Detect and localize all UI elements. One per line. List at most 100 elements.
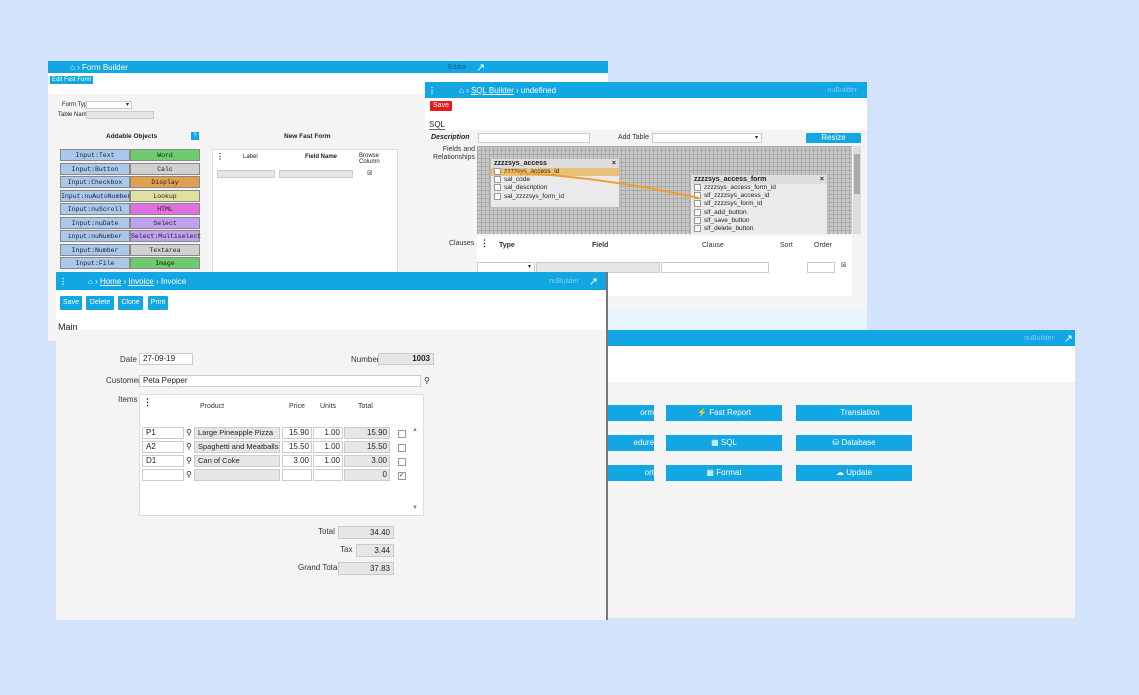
- search-icon[interactable]: ⚲: [186, 428, 192, 437]
- table-field-row[interactable]: zzzzsys_access_id: [491, 168, 619, 177]
- item-code-input[interactable]: P1: [142, 427, 184, 439]
- addable-object[interactable]: Textarea: [130, 243, 200, 256]
- table-field-row[interactable]: slf_add_button: [691, 209, 827, 217]
- item-units-input[interactable]: 1.00: [313, 427, 343, 439]
- delete-row-checkbox[interactable]: [398, 430, 406, 438]
- table-name-input[interactable]: [86, 111, 154, 119]
- addable-object[interactable]: Word: [130, 149, 200, 161]
- delete-row-checkbox[interactable]: [398, 458, 406, 466]
- close-icon[interactable]: ×: [820, 176, 824, 183]
- search-icon[interactable]: ⚲: [424, 376, 430, 385]
- external-link-icon[interactable]: ↗: [589, 275, 598, 288]
- drag-handle-icon[interactable]: ⋮: [216, 152, 224, 161]
- external-link-icon[interactable]: ↗: [476, 61, 485, 74]
- home-link[interactable]: Home: [100, 277, 121, 286]
- items-scroll-down-icon[interactable]: ▼: [412, 505, 418, 511]
- table-field-row[interactable]: sal_zzzzsys_form_id: [491, 193, 619, 201]
- delete-row-checkbox[interactable]: ✓: [398, 472, 406, 480]
- edit-fast-form-tab[interactable]: Edit Fast Form: [50, 76, 94, 84]
- addable-object[interactable]: Input:Checkbox: [60, 176, 130, 188]
- addable-object[interactable]: HTML: [130, 203, 200, 215]
- addable-object[interactable]: Input:Number: [60, 243, 130, 256]
- table-zzzzsys-access[interactable]: zzzzsys_access × zzzzsys_access_id sal_cod…: [490, 158, 620, 208]
- translation-button[interactable]: 🌐 Translation: [796, 405, 912, 421]
- addable-object[interactable]: input:nuNumber: [60, 230, 130, 242]
- table-field-row[interactable]: slf_save_button: [691, 217, 827, 225]
- addable-object[interactable]: Lookup: [130, 189, 200, 202]
- item-units-input[interactable]: 1.00: [313, 455, 343, 467]
- form-type-select[interactable]: ▾: [86, 101, 132, 109]
- clone-button[interactable]: Clone: [118, 296, 143, 310]
- table-field-row[interactable]: sal_code: [491, 176, 619, 184]
- table-field-row[interactable]: slf_zzzzsys_access_id: [691, 192, 827, 200]
- addable-object[interactable]: Input:Button: [60, 162, 130, 175]
- description-input[interactable]: [478, 133, 590, 143]
- search-icon[interactable]: ⚲: [186, 470, 192, 479]
- addable-object[interactable]: Input:File: [60, 257, 130, 269]
- table-field-row[interactable]: sal_description: [491, 184, 619, 192]
- clause-input[interactable]: [661, 262, 769, 273]
- home-icon[interactable]: ⌂: [70, 63, 75, 72]
- sql-builder-link[interactable]: SQL Builder: [471, 86, 514, 95]
- home-partial-button-2[interactable]: edure: [604, 435, 654, 451]
- addable-object[interactable]: Calc: [130, 162, 200, 175]
- vertical-scrollbar[interactable]: [853, 146, 861, 234]
- item-code-input[interactable]: A2: [142, 441, 184, 453]
- delete-button[interactable]: Delete: [86, 296, 114, 310]
- addable-object[interactable]: Select: [130, 216, 200, 229]
- order-input[interactable]: [807, 262, 835, 273]
- item-units-input[interactable]: 1.00: [313, 441, 343, 453]
- field-name-input[interactable]: [279, 170, 353, 178]
- home-partial-button-1[interactable]: orm: [604, 405, 654, 421]
- menu-dots-icon[interactable]: ⋮: [425, 86, 439, 95]
- addable-object[interactable]: Input:nuScroll: [60, 203, 130, 215]
- item-price-input[interactable]: 15.50: [282, 441, 312, 453]
- sql-button[interactable]: ▦ SQL: [666, 435, 782, 451]
- fast-report-button[interactable]: ⚡ Fast Report: [666, 405, 782, 421]
- invoice-link[interactable]: Invoice: [128, 277, 153, 286]
- delete-row-checkbox[interactable]: [398, 444, 406, 452]
- items-scroll-up-icon[interactable]: ▲: [412, 427, 418, 433]
- help-button[interactable]: ?: [191, 132, 199, 140]
- format-button[interactable]: ▦ Format: [666, 465, 782, 481]
- item-price-input[interactable]: [282, 469, 312, 481]
- close-icon[interactable]: ×: [612, 160, 616, 167]
- print-button[interactable]: Print: [148, 296, 168, 310]
- drag-handle-icon[interactable]: ⋮: [143, 397, 152, 408]
- table-field-row[interactable]: zzzzsys_access_form_id: [691, 184, 827, 192]
- resize-button[interactable]: Resize: [806, 133, 861, 143]
- addable-object[interactable]: Input:Text: [60, 149, 130, 161]
- addable-object[interactable]: Image: [130, 257, 200, 269]
- date-input[interactable]: 27-09-19: [139, 353, 193, 365]
- table-zzzzsys-access-form[interactable]: zzzzsys_access_form × zzzzsys_access_form…: [690, 174, 828, 234]
- home-partial-button-3[interactable]: ort: [604, 465, 654, 481]
- item-price-input[interactable]: 3.00: [282, 455, 312, 467]
- home-icon[interactable]: ⌂: [88, 277, 93, 286]
- save-button[interactable]: Save: [430, 101, 452, 111]
- table-field-row[interactable]: slf_zzzzsys_form_id: [691, 200, 827, 208]
- search-icon[interactable]: ⚲: [186, 442, 192, 451]
- item-price-input[interactable]: 15.90: [282, 427, 312, 439]
- search-icon[interactable]: ⚲: [186, 456, 192, 465]
- menu-dots-icon[interactable]: ⋮: [56, 277, 70, 286]
- sql-tab[interactable]: SQL: [429, 120, 446, 130]
- addable-object[interactable]: Input:nuAutoNumber: [60, 189, 131, 202]
- external-link-icon[interactable]: ↗: [1064, 332, 1073, 345]
- label-input[interactable]: [217, 170, 275, 178]
- checkbox-icon[interactable]: ☒: [367, 170, 372, 177]
- table-field-row[interactable]: slf_delete_button: [691, 225, 827, 233]
- drag-handle-icon[interactable]: ⋮: [480, 238, 489, 249]
- save-button[interactable]: Save: [60, 296, 82, 310]
- addable-object[interactable]: Select:Multiselect: [130, 230, 201, 242]
- addable-object[interactable]: Display: [130, 176, 200, 188]
- database-button[interactable]: ⛁ Database: [796, 435, 912, 451]
- item-code-input[interactable]: D1: [142, 455, 184, 467]
- relationships-canvas[interactable]: zzzzsys_access × zzzzsys_access_id sal_cod…: [477, 146, 852, 234]
- item-units-input[interactable]: [313, 469, 343, 481]
- item-code-input[interactable]: [142, 469, 184, 481]
- add-table-select[interactable]: ▾: [652, 133, 762, 143]
- checkbox-icon[interactable]: ☒: [841, 262, 846, 269]
- update-button[interactable]: ☁ Update: [796, 465, 912, 481]
- addable-object[interactable]: Input:nuDate: [60, 216, 130, 229]
- customer-input[interactable]: Peta Pepper: [139, 375, 421, 387]
